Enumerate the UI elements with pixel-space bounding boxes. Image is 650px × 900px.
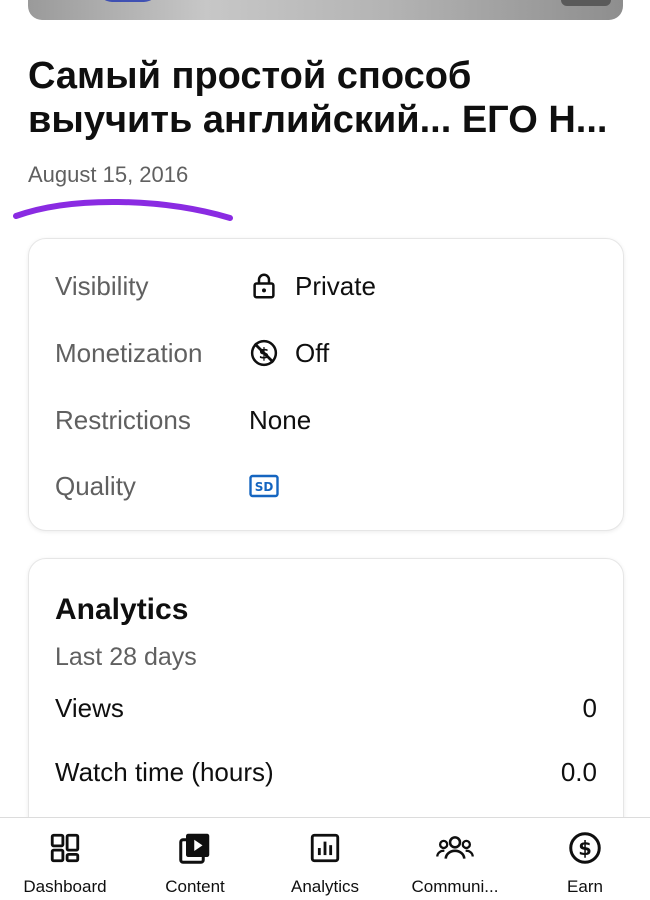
bottom-navigation: Dashboard Content Analytics Communi... $…: [0, 817, 650, 900]
metric-label: Watch time (hours): [55, 757, 274, 787]
earn-icon: $: [569, 832, 601, 864]
quality-label: Quality: [55, 470, 136, 501]
sd-badge-icon: SD: [249, 474, 279, 498]
metric-value: 0.0: [560, 757, 597, 787]
nav-item-content[interactable]: Content: [130, 818, 260, 900]
quality-row[interactable]: Quality SD: [55, 466, 597, 506]
video-title: Самый простой способ выучить английский.…: [28, 55, 608, 141]
nav-label: Dashboard: [23, 877, 107, 896]
monetization-row[interactable]: Monetization $ Off: [55, 333, 597, 373]
svg-text:$: $: [578, 837, 592, 860]
video-details-card: Visibility Private Monetization $ Off Re…: [28, 238, 624, 531]
video-thumbnail[interactable]: [28, 0, 623, 20]
metric-label: Views: [55, 693, 124, 723]
dashboard-icon: [50, 833, 80, 863]
monetization-label: Monetization: [55, 337, 203, 368]
lock-icon: [253, 273, 275, 299]
analytics-icon: [310, 833, 340, 863]
community-icon: [436, 836, 474, 859]
restrictions-row[interactable]: Restrictions None: [55, 400, 597, 440]
nav-label: Analytics: [290, 877, 360, 896]
monetization-value: Off: [295, 337, 330, 368]
nav-label: Content: [165, 877, 225, 896]
nav-item-analytics[interactable]: Analytics: [260, 818, 390, 900]
visibility-row[interactable]: Visibility Private: [55, 266, 597, 306]
nav-item-community[interactable]: Communi...: [390, 818, 520, 900]
nav-label: Earn: [567, 877, 603, 896]
monetization-off-icon: $: [250, 339, 278, 367]
nav-item-earn[interactable]: $ Earn: [520, 818, 650, 900]
analytics-period: Last 28 days: [55, 643, 197, 671]
restrictions-value: None: [249, 404, 312, 435]
restrictions-label: Restrictions: [55, 404, 191, 435]
nav-label: Communi...: [411, 877, 499, 896]
visibility-label: Visibility: [55, 270, 149, 301]
metric-value: 0: [582, 693, 597, 723]
content-icon: [179, 833, 210, 864]
svg-text:SD: SD: [255, 480, 274, 494]
thumbnail-duration-badge: [561, 0, 611, 6]
nav-item-dashboard[interactable]: Dashboard: [0, 818, 130, 900]
analytics-title: Analytics: [55, 593, 189, 626]
visibility-value: Private: [295, 270, 376, 301]
metric-row-watch-time: Watch time (hours) 0.0: [55, 757, 597, 788]
video-date: August 15, 2016: [28, 162, 189, 187]
annotation-underline: [13, 198, 233, 221]
metric-row-views: Views 0: [55, 693, 597, 724]
thumbnail-detail: [98, 0, 158, 2]
